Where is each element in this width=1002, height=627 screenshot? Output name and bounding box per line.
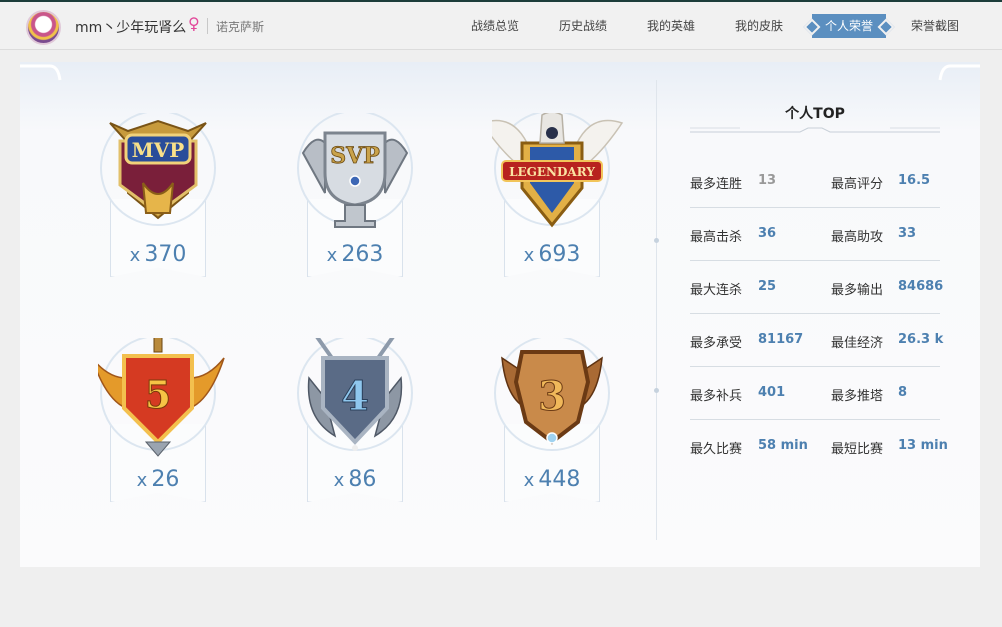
server-name: 诺克萨斯 (216, 20, 265, 34)
stat-value: 58 min (758, 438, 808, 453)
badge-count: x 26 (136, 467, 180, 492)
stat-value: 16.5 (898, 173, 931, 188)
svg-text:LEGENDARY: LEGENDARY (509, 165, 595, 179)
badge-count: x 693 (523, 242, 581, 267)
badge-legendary: LEGENDARY x 693 (492, 113, 632, 293)
top-stats-title: 个人TOP (785, 106, 845, 122)
svp-medal-icon: SVP (297, 113, 413, 228)
stat-row: 最多连胜 13 最高评分 16.5 (690, 173, 940, 208)
stat-value: 401 (758, 385, 786, 400)
stat-value: 13 min (898, 438, 948, 453)
stat-row: 最多补兵 401 最多推塔 8 (690, 385, 940, 420)
stat-value: 84686 (898, 279, 944, 294)
stat-label: 最多输出 (831, 283, 884, 298)
avatar[interactable] (26, 10, 61, 45)
tab-honors[interactable]: 个人荣誉 (812, 14, 886, 38)
tab-heroes[interactable]: 我的英雄 (647, 17, 695, 34)
panel-corner-ornament (20, 64, 980, 81)
stat-label: 最佳经济 (831, 336, 884, 351)
badge-rank-3: 3 x 448 (492, 338, 632, 518)
divider (207, 18, 208, 34)
legendary-medal-icon: LEGENDARY (492, 113, 624, 228)
tab-skins[interactable]: 我的皮肤 (735, 17, 783, 34)
stat-value: 13 (758, 173, 777, 188)
stat-label: 最高评分 (831, 177, 884, 192)
stat-value: 26.3 k (898, 332, 944, 347)
stat-label: 最多补兵 (690, 389, 743, 404)
rank-4-medal-icon: 4 (297, 338, 413, 451)
stat-value: 33 (898, 226, 917, 241)
stat-row: 最多承受 81167 最佳经济 26.3 k (690, 332, 944, 367)
stat-label: 最久比赛 (690, 442, 743, 457)
badge-count: x 86 (333, 467, 377, 492)
rank-3-medal-icon: 3 (494, 338, 610, 451)
badge-count: x 448 (523, 467, 581, 492)
stat-label: 最多连胜 (690, 177, 743, 192)
tab-overview[interactable]: 战绩总览 (471, 17, 519, 34)
stat-row: 最大连杀 25 最多输出 84686 (690, 279, 944, 314)
svg-text:3: 3 (538, 373, 566, 420)
stat-value: 8 (898, 385, 908, 400)
stat-value: 25 (758, 279, 777, 294)
header-bar: mm丶少年玩肾么 ♀ 诺克萨斯 战绩总览 历史战绩 我的英雄 我的皮肤 个人荣誉… (0, 2, 1002, 50)
badge-rank-4: 4 x 86 (295, 338, 435, 518)
username: mm丶少年玩肾么 (75, 20, 187, 36)
mvp-medal-icon: MVP (100, 113, 216, 226)
panel-divider (656, 80, 657, 540)
stat-label: 最多承受 (690, 336, 743, 351)
stat-value: 36 (758, 226, 777, 241)
stat-value: 81167 (758, 332, 804, 347)
title-underline (690, 127, 940, 133)
svg-text:5: 5 (145, 372, 171, 417)
badge-rank-5: 5 x 26 (98, 338, 238, 518)
tab-history[interactable]: 历史战绩 (559, 17, 607, 34)
divider-dot (654, 238, 659, 243)
stat-row: 最久比赛 58 min 最短比赛 13 min (690, 438, 948, 473)
badge-mvp: MVP x 370 (98, 113, 238, 293)
stat-label: 最高击杀 (690, 230, 743, 245)
svg-text:4: 4 (341, 373, 369, 420)
stat-label: 最大连杀 (690, 283, 743, 298)
rank-5-medal-icon: 5 (98, 338, 225, 457)
stat-row: 最高击杀 36 最高助攻 33 (690, 226, 940, 261)
female-icon: ♀ (188, 14, 200, 33)
badge-svp: SVP x 263 (295, 113, 435, 293)
badge-count: x 263 (326, 242, 384, 267)
stat-label: 最多推塔 (831, 389, 884, 404)
svg-text:MVP: MVP (132, 138, 185, 162)
divider-dot (654, 388, 659, 393)
stat-label: 最高助攻 (831, 230, 884, 245)
stat-label: 最短比赛 (831, 442, 884, 457)
tab-honor-screenshots[interactable]: 荣誉截图 (911, 17, 959, 34)
badge-count: x 370 (129, 242, 187, 267)
svg-text:SVP: SVP (330, 143, 380, 169)
